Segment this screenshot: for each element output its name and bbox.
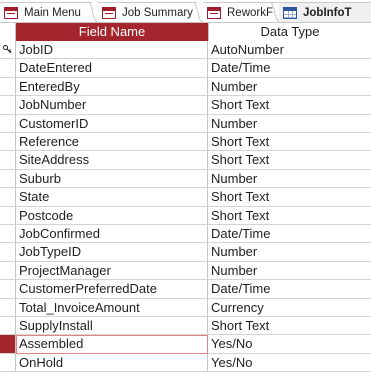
table-row[interactable]: JobTypeID Number — [0, 243, 371, 262]
table-row[interactable]: SupplyInstall Short Text — [0, 317, 371, 336]
form-icon — [102, 6, 116, 19]
field-name-cell[interactable]: SupplyInstall — [16, 317, 208, 336]
row-selector[interactable] — [0, 114, 16, 133]
table-row[interactable]: JobNumber Short Text — [0, 96, 371, 115]
row-selector[interactable] — [0, 96, 16, 115]
field-name-header[interactable]: Field Name — [16, 23, 208, 41]
row-selector[interactable] — [0, 298, 16, 317]
field-name-cell[interactable]: EnteredBy — [16, 77, 208, 97]
grid-header: Field Name Data Type — [0, 23, 371, 41]
field-name-cell[interactable]: DateEntered — [16, 59, 208, 78]
data-type-header[interactable]: Data Type — [208, 23, 371, 41]
data-type-cell[interactable]: Currency — [208, 299, 371, 317]
table-row[interactable]: State Short Text — [0, 188, 371, 207]
row-selector[interactable] — [0, 41, 16, 60]
tab-label: Main Menu — [24, 6, 81, 19]
data-type-cell[interactable]: Number — [208, 262, 371, 281]
field-name-cell[interactable]: Assembled — [16, 335, 208, 354]
table-row[interactable]: SiteAddress Short Text — [0, 151, 371, 170]
primary-key-icon — [3, 45, 12, 54]
row-selector[interactable] — [0, 206, 16, 225]
select-all-cell[interactable] — [0, 23, 16, 41]
row-selector[interactable] — [0, 59, 16, 78]
table-row[interactable]: JobConfirmed Date/Time — [0, 225, 371, 244]
table-row[interactable]: CustomerPreferredDate Date/Time — [0, 280, 371, 299]
field-name-cell[interactable]: Reference — [16, 133, 208, 152]
tab-separator — [193, 2, 203, 22]
field-name-cell[interactable]: State — [16, 188, 208, 207]
data-type-cell[interactable]: Date/Time — [208, 225, 371, 244]
data-type-cell[interactable]: Short Text — [208, 207, 371, 225]
table-row[interactable]: CustomerID Number — [0, 114, 371, 133]
field-name-cell[interactable]: OnHold — [16, 353, 208, 372]
tab-label: JobInfoT — [303, 6, 352, 19]
field-name-cell[interactable]: JobID — [16, 41, 208, 60]
data-type-cell[interactable]: Yes/No — [208, 335, 371, 354]
data-type-cell[interactable]: Date/Time — [208, 280, 371, 299]
row-selector[interactable] — [0, 335, 16, 354]
row-selector[interactable] — [0, 133, 16, 152]
tab-jobinfot[interactable]: JobInfoT — [279, 2, 371, 22]
field-name-cell[interactable]: SiteAddress — [16, 151, 208, 170]
table-row[interactable]: OnHold Yes/No — [0, 353, 371, 372]
data-type-cell[interactable]: Date/Time — [208, 59, 371, 78]
data-type-cell[interactable]: Short Text — [208, 151, 371, 170]
table-row[interactable]: JobID AutoNumber — [0, 41, 371, 60]
field-name-cell[interactable]: Postcode — [16, 206, 208, 225]
data-type-cell[interactable]: Number — [208, 243, 371, 262]
table-row[interactable]: Reference Short Text — [0, 133, 371, 152]
data-type-cell[interactable]: Number — [208, 78, 371, 97]
table-row[interactable]: EnteredBy Number — [0, 77, 371, 97]
row-selector[interactable] — [0, 243, 16, 262]
field-name-cell[interactable]: Suburb — [16, 169, 208, 189]
data-type-cell[interactable]: Number — [208, 170, 371, 189]
tab-label: ReworkF — [227, 6, 274, 19]
tab-main-menu[interactable]: Main Menu — [0, 2, 92, 22]
row-selector[interactable] — [0, 280, 16, 299]
table-row[interactable]: Postcode Short Text — [0, 206, 371, 225]
table-row[interactable]: DateEntered Date/Time — [0, 59, 371, 78]
row-selector[interactable] — [0, 353, 16, 372]
tab-job-summary[interactable]: Job Summary — [98, 2, 197, 22]
row-selector[interactable] — [0, 225, 16, 244]
data-type-cell[interactable]: AutoNumber — [208, 41, 371, 60]
document-tab-bar: Main Menu Job Summary ReworkF JobInfoT — [0, 0, 371, 22]
table-icon — [283, 6, 297, 19]
tab-separator — [88, 2, 98, 22]
data-type-cell[interactable]: Short Text — [208, 317, 371, 336]
data-type-cell[interactable]: Short Text — [208, 96, 371, 115]
row-selector[interactable] — [0, 261, 16, 281]
row-selector[interactable] — [0, 77, 16, 97]
form-icon — [207, 6, 221, 19]
data-type-cell[interactable]: Short Text — [208, 188, 371, 207]
data-type-cell[interactable]: Number — [208, 115, 371, 133]
form-icon — [4, 6, 18, 19]
row-selector[interactable] — [0, 151, 16, 170]
tab-reworkf[interactable]: ReworkF — [203, 2, 278, 22]
data-type-cell[interactable]: Yes/No — [208, 354, 371, 372]
table-row[interactable]: Total_InvoiceAmount Currency — [0, 298, 371, 317]
row-selector[interactable] — [0, 169, 16, 189]
field-name-cell[interactable]: JobTypeID — [16, 243, 208, 262]
row-selector[interactable] — [0, 188, 16, 207]
field-name-cell[interactable]: Total_InvoiceAmount — [16, 298, 208, 317]
field-name-cell[interactable]: JobConfirmed — [16, 225, 208, 244]
table-row[interactable]: Assembled Yes/No — [0, 335, 371, 354]
row-selector[interactable] — [0, 317, 16, 336]
tab-label: Job Summary — [122, 6, 193, 19]
table-row[interactable]: Suburb Number — [0, 169, 371, 189]
data-type-cell[interactable]: Short Text — [208, 133, 371, 152]
field-name-cell[interactable]: CustomerID — [16, 114, 208, 133]
table-row[interactable]: ProjectManager Number — [0, 261, 371, 281]
field-name-cell[interactable]: JobNumber — [16, 96, 208, 115]
field-name-cell[interactable]: ProjectManager — [16, 261, 208, 281]
field-name-cell[interactable]: CustomerPreferredDate — [16, 280, 208, 299]
